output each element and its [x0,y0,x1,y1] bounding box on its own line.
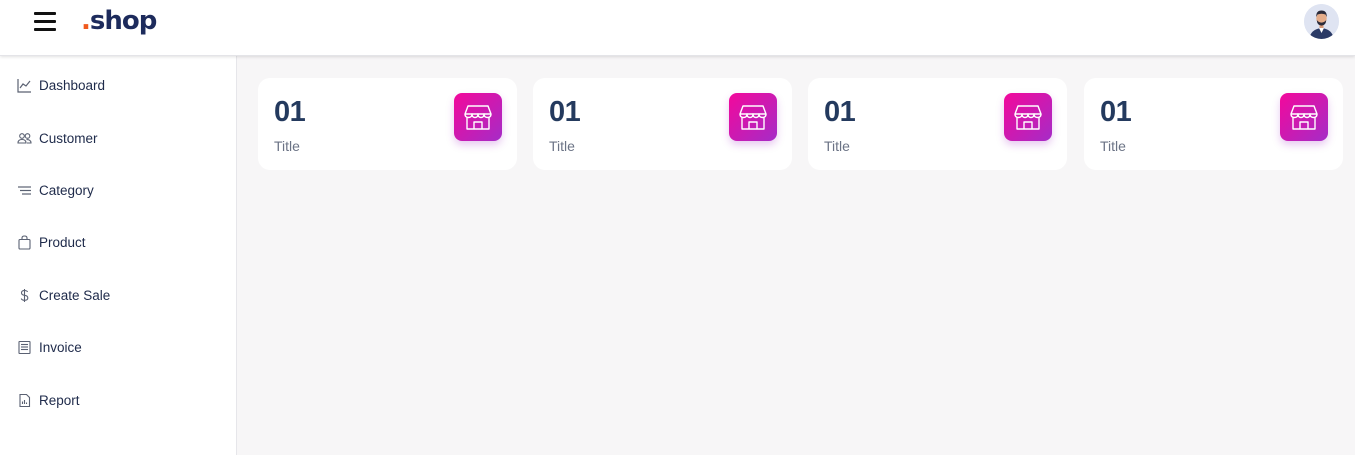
sidebar-item-report[interactable]: Report [16,389,80,411]
line-chart-icon [16,77,32,93]
card-title: Title [1100,138,1126,154]
sidebar-item-label: Category [39,182,94,198]
dollar-icon [16,287,32,303]
logo[interactable]: .shop [81,6,157,36]
stat-card[interactable]: 01 Title [258,78,517,170]
sidebar-item-label: Report [39,392,80,408]
sidebar-item-category[interactable]: Category [16,179,94,201]
card-title: Title [274,138,300,154]
sidebar-item-customer[interactable]: Customer [16,127,98,149]
sidebar: Dashboard Customer Category Product Crea… [0,56,237,455]
store-icon [729,93,777,141]
stat-card[interactable]: 01 Title [533,78,792,170]
sidebar-item-label: Dashboard [39,77,106,93]
sidebar-item-create-sale[interactable]: Create Sale [16,284,110,306]
store-icon [1280,93,1328,141]
users-icon [16,130,32,146]
stat-card[interactable]: 01 Title [1084,78,1343,170]
sidebar-item-product[interactable]: Product [16,231,86,253]
store-icon [1004,93,1052,141]
stat-card[interactable]: 01 Title [808,78,1067,170]
card-value: 01 [824,96,856,128]
invoice-icon [16,339,32,355]
sidebar-item-label: Create Sale [39,287,111,303]
sidebar-item-label: Invoice [39,339,82,355]
main-content: 01 Title 01 Title 01 Title 01 Title [237,56,1355,455]
card-value: 01 [274,96,306,128]
sidebar-item-dashboard[interactable]: Dashboard [16,74,105,96]
logo-dot: . [81,6,91,36]
report-icon [16,392,32,408]
card-value: 01 [549,96,581,128]
sidebar-item-label: Customer [39,130,98,146]
card-title: Title [549,138,575,154]
card-title: Title [824,138,850,154]
list-icon [16,182,32,198]
top-bar: .shop [0,0,1355,56]
store-icon [454,93,502,141]
card-value: 01 [1100,96,1132,128]
user-avatar-icon[interactable] [1304,4,1339,39]
sidebar-item-invoice[interactable]: Invoice [16,336,82,358]
shopping-bag-icon [16,234,32,250]
hamburger-icon[interactable] [34,12,58,34]
sidebar-item-label: Product [39,234,86,250]
logo-text: shop [89,6,157,36]
